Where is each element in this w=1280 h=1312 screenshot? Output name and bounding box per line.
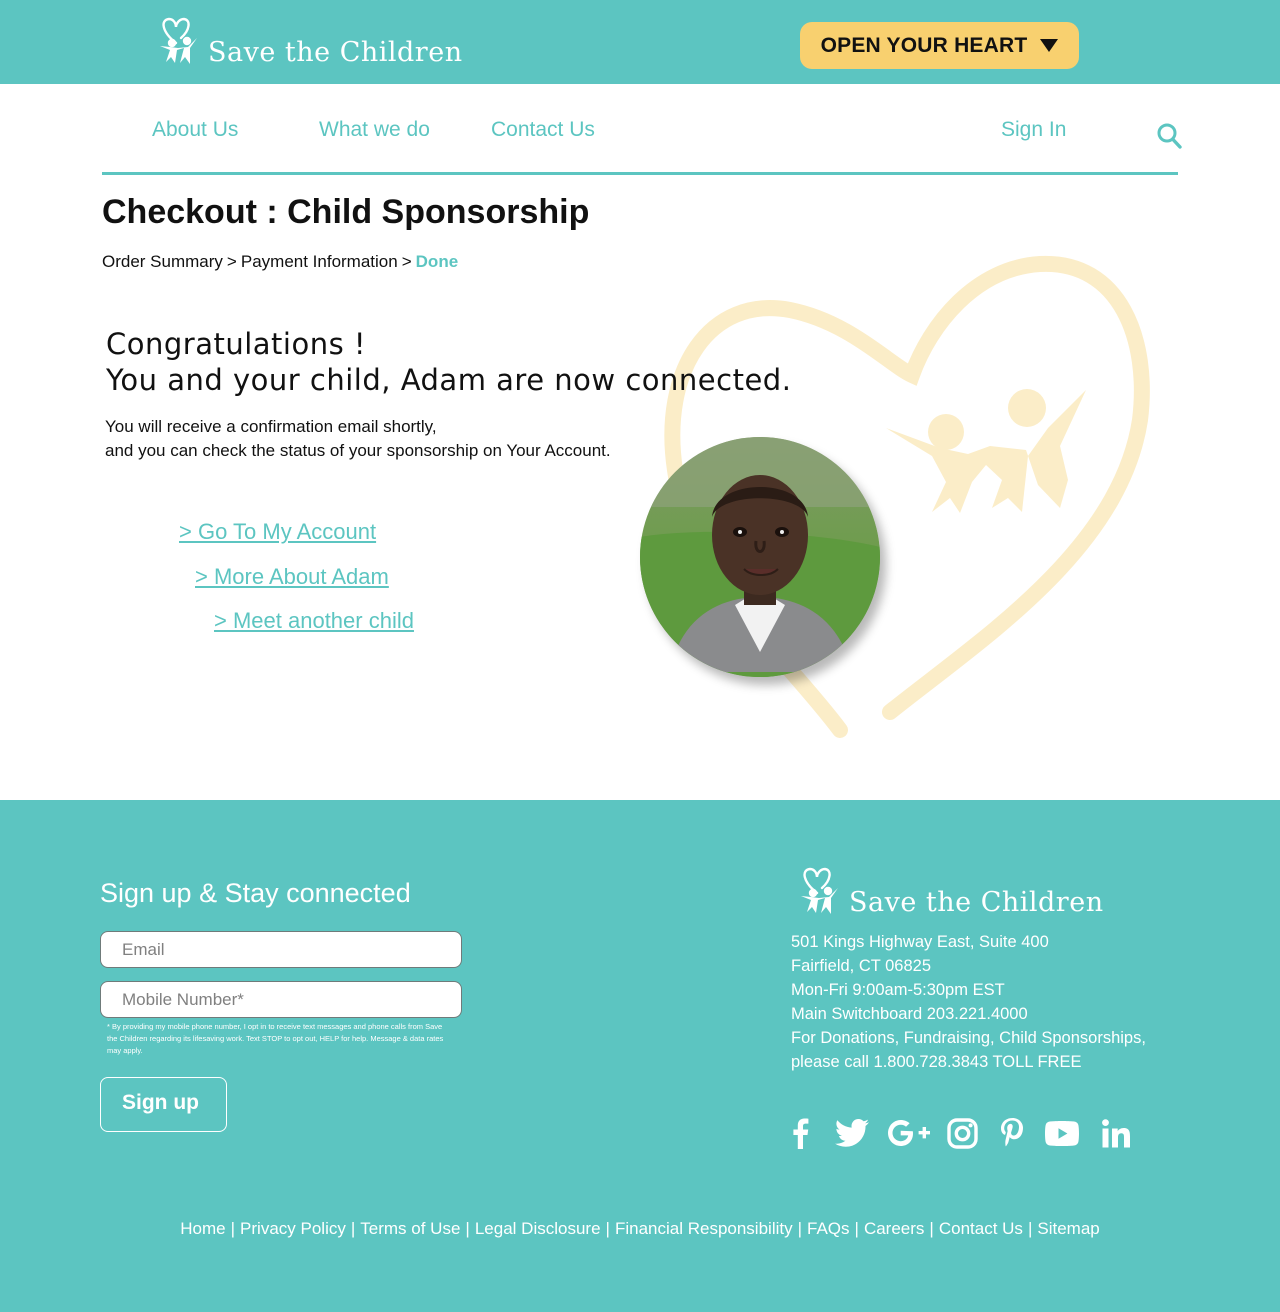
child-portrait-image bbox=[640, 437, 880, 677]
breadcrumb-separator: > bbox=[401, 252, 412, 271]
footer-link-separator: | bbox=[1027, 1219, 1033, 1238]
footer-link-legal-disclosure[interactable]: Legal Disclosure bbox=[475, 1219, 601, 1238]
logo-mark-icon bbox=[801, 867, 838, 914]
congrats-headline: Congratulations ! bbox=[106, 327, 367, 361]
nav-item-what-we-do[interactable]: What we do bbox=[319, 118, 430, 142]
sms-disclaimer: * By providing my mobile phone number, I… bbox=[107, 1022, 444, 1055]
address-line: Fairfield, CT 06825 bbox=[791, 957, 932, 975]
main-switchboard: Main Switchboard 203.221.4000 bbox=[791, 1005, 1028, 1023]
footer-links: Home | Privacy Policy | Terms of Use | Legal D… bbox=[0, 1219, 1280, 1239]
google-plus-icon[interactable] bbox=[887, 1113, 931, 1153]
breadcrumb-payment-information[interactable]: Payment Information bbox=[241, 252, 398, 271]
search-icon[interactable] bbox=[1156, 122, 1182, 150]
footer-link-privacy-policy[interactable]: Privacy Policy bbox=[240, 1219, 346, 1238]
footer-link-separator: | bbox=[929, 1219, 934, 1238]
footer-link-separator: | bbox=[797, 1219, 803, 1238]
facebook-icon[interactable] bbox=[787, 1113, 813, 1153]
child-photo bbox=[640, 437, 880, 677]
footer-link-home[interactable]: Home bbox=[180, 1219, 225, 1238]
info-line-2: and you can check the status of your spo… bbox=[105, 441, 611, 460]
address-line: 501 Kings Highway East, Suite 400 bbox=[791, 933, 1049, 951]
breadcrumb-separator: > bbox=[226, 252, 237, 271]
logo-mark-icon bbox=[160, 17, 197, 64]
email-field[interactable] bbox=[100, 931, 462, 968]
breadcrumb: Order Summary > Payment Information > Done bbox=[102, 252, 458, 272]
go-to-my-account-link[interactable]: > Go To My Account bbox=[179, 519, 376, 545]
brand-logo[interactable]: Save the Children bbox=[150, 16, 463, 68]
toll-free-number: please call 1.800.728.3843 TOLL FREE bbox=[791, 1053, 1082, 1071]
caret-down-icon bbox=[1040, 39, 1059, 52]
footer-link-financial-responsibility[interactable]: Financial Responsibility bbox=[615, 1219, 793, 1238]
twitter-icon[interactable] bbox=[834, 1113, 870, 1153]
contact-address: 501 Kings Highway East, Suite 400 Fairfi… bbox=[791, 930, 1146, 1074]
footer-link-separator: | bbox=[854, 1219, 859, 1238]
brand-name: Save the Children bbox=[208, 37, 463, 68]
footer-link-faqs[interactable]: FAQs bbox=[807, 1219, 850, 1238]
meet-another-child-link[interactable]: > Meet another child bbox=[214, 608, 414, 634]
pinterest-icon[interactable] bbox=[998, 1113, 1026, 1153]
office-hours: Mon-Fri 9:00am-5:30pm EST bbox=[791, 981, 1005, 999]
info-line-1: You will receive a confirmation email sh… bbox=[105, 417, 437, 436]
nav-item-contact-us[interactable]: Contact Us bbox=[491, 118, 595, 142]
linkedin-icon[interactable] bbox=[1100, 1113, 1132, 1153]
open-your-heart-button[interactable]: OPEN YOUR HEART bbox=[800, 22, 1079, 69]
footer-link-contact-us[interactable]: Contact Us bbox=[939, 1219, 1023, 1238]
donation-info: For Donations, Fundraising, Child Sponso… bbox=[791, 1029, 1146, 1047]
footer-link-careers[interactable]: Careers bbox=[864, 1219, 924, 1238]
mobile-number-field[interactable] bbox=[100, 981, 462, 1018]
footer-link-separator: | bbox=[605, 1219, 610, 1238]
brand-name: Save the Children bbox=[849, 887, 1104, 918]
page-title: Checkout : Child Sponsorship bbox=[102, 193, 590, 231]
footer-brand-logo[interactable]: Save the Children bbox=[791, 866, 1104, 918]
footer-link-separator: | bbox=[350, 1219, 356, 1238]
breadcrumb-order-summary[interactable]: Order Summary bbox=[102, 252, 223, 271]
instagram-icon[interactable] bbox=[945, 1113, 979, 1153]
nav-divider bbox=[102, 172, 1178, 175]
footer-link-sitemap[interactable]: Sitemap bbox=[1037, 1219, 1099, 1238]
footer-link-separator: | bbox=[230, 1219, 236, 1238]
footer-link-separator: | bbox=[465, 1219, 470, 1238]
confirmation-info: You will receive a confirmation email sh… bbox=[105, 415, 611, 463]
footer-link-terms-of-use[interactable]: Terms of Use bbox=[360, 1219, 460, 1238]
congratulations-message: Congratulations ! You and your child, Ad… bbox=[106, 326, 791, 398]
congrats-subline: You and your child, Adam are now connect… bbox=[106, 363, 792, 397]
youtube-icon[interactable] bbox=[1044, 1113, 1080, 1153]
breadcrumb-done: Done bbox=[415, 252, 459, 271]
sign-up-button[interactable]: Sign up bbox=[100, 1077, 227, 1132]
more-about-adam-link[interactable]: > More About Adam bbox=[195, 564, 389, 590]
signup-title: Sign up & Stay connected bbox=[100, 878, 411, 908]
cta-label: OPEN YOUR HEART bbox=[820, 33, 1028, 57]
sign-in-link[interactable]: Sign In bbox=[1001, 118, 1066, 142]
nav-item-about-us[interactable]: About Us bbox=[152, 118, 238, 142]
